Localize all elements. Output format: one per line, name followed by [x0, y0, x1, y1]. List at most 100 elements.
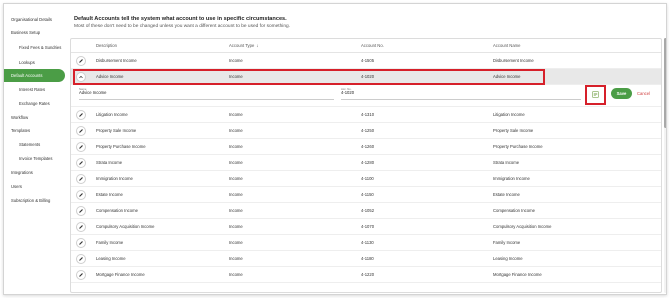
- sidebar-item-business-setup[interactable]: Business Setup: [4, 26, 64, 39]
- cell-account-no: 4-1260: [361, 144, 375, 149]
- row-edit-button[interactable]: [76, 158, 86, 168]
- column-header-account-type[interactable]: Account Type ↓: [229, 39, 259, 53]
- row-edit-button[interactable]: [76, 222, 86, 232]
- cell-account-type: Income: [229, 272, 243, 277]
- pencil-icon: [79, 113, 83, 117]
- cell-account-no: 4-1020: [361, 74, 375, 79]
- cell-account-no: 4-1250: [361, 128, 375, 133]
- table-row[interactable]: Litigation Income Income 4-1310 Litigation …: [71, 107, 661, 123]
- sidebar-item-organisational-details[interactable]: Organisational Details: [4, 13, 64, 26]
- sidebar-item-default-accounts[interactable]: Default Accounts: [4, 69, 65, 82]
- sidebar-item-exchange-rates[interactable]: Exchange Rates: [4, 97, 64, 110]
- account-picker-button[interactable]: [589, 88, 601, 100]
- cell-account-name: Leasing Income: [493, 256, 523, 261]
- cell-description: Litigation Income: [96, 112, 128, 117]
- pencil-icon: [79, 193, 83, 197]
- cell-description: Compensation Income: [96, 208, 138, 213]
- row-edit-button[interactable]: [76, 254, 86, 264]
- sidebar-item-users[interactable]: Users: [4, 180, 64, 193]
- cell-description: Family Income: [96, 240, 124, 245]
- column-header-description[interactable]: Description: [96, 39, 117, 53]
- account-no-field[interactable]: 4-1020: [341, 90, 354, 95]
- account-list-icon: [591, 90, 599, 98]
- row-edit-button[interactable]: [76, 126, 86, 136]
- pencil-icon: [79, 241, 83, 245]
- sort-down-icon[interactable]: ↓: [256, 43, 258, 48]
- account-edit-panel: Name Advice Income Acc. No. 4-1020 Save …: [71, 85, 661, 107]
- row-edit-button[interactable]: [76, 56, 86, 66]
- main-content: Default Accounts tell the system what ac…: [68, 4, 666, 294]
- table-row-expanded[interactable]: Advice Income Income 4-1020 Advice Incom…: [71, 69, 661, 85]
- table-row[interactable]: Property Sale Income Income 4-1250 Property…: [71, 123, 661, 139]
- pencil-icon: [79, 209, 83, 213]
- cell-account-name: Litigation Income: [493, 112, 525, 117]
- row-edit-button[interactable]: [76, 190, 86, 200]
- cell-account-name: Advice Income: [493, 74, 521, 79]
- account-no-field-underline: [341, 99, 581, 100]
- save-button[interactable]: Save: [611, 88, 632, 99]
- table-row[interactable]: Strata Income Income 4-1280 Strata Income: [71, 155, 661, 171]
- cell-account-type: Income: [229, 160, 243, 165]
- table-row[interactable]: Compulsory Acquisition Income Income 4-107…: [71, 219, 661, 235]
- cell-account-type: Income: [229, 58, 243, 63]
- row-edit-button[interactable]: [76, 206, 86, 216]
- table-scrollbar-thumb[interactable]: [664, 38, 666, 128]
- cell-account-no: 4-1052: [361, 208, 375, 213]
- cell-description: Immigration Income: [96, 176, 133, 181]
- sidebar-item-templates[interactable]: Templates: [4, 124, 64, 137]
- row-edit-button[interactable]: [76, 270, 86, 280]
- sidebar-item-subscription-billing[interactable]: Subscription & Billing: [4, 194, 64, 207]
- sidebar-item-invoice-templates[interactable]: Invoice Templates: [4, 152, 64, 165]
- default-accounts-table: Description Account Type ↓ Account No. Ac…: [70, 38, 662, 293]
- sidebar-item-lookups[interactable]: Lookups: [4, 56, 64, 69]
- row-edit-button[interactable]: [76, 110, 86, 120]
- pencil-icon: [79, 257, 83, 261]
- sidebar-item-fixed-fees[interactable]: Fixed Fees & Sundries: [4, 41, 64, 54]
- sidebar-item-statements[interactable]: Statements: [4, 138, 64, 151]
- cell-account-name: Compulsory Acquisition Income: [493, 224, 552, 229]
- table-scrollbar[interactable]: [664, 38, 666, 293]
- pencil-icon: [79, 177, 83, 181]
- table-row[interactable]: Immigration Income Income 4-1100 Immigratio…: [71, 171, 661, 187]
- row-edit-button[interactable]: [76, 238, 86, 248]
- cell-description: Strata Income: [96, 160, 123, 165]
- sidebar-item-interest-rates[interactable]: Interest Rates: [4, 83, 64, 96]
- cell-account-no: 4-1180: [361, 256, 374, 261]
- cell-account-name: Family Income: [493, 240, 521, 245]
- cell-account-name: Mortgage Finance Income: [493, 272, 542, 277]
- column-header-account-name[interactable]: Account Name: [493, 39, 520, 53]
- cancel-button[interactable]: Cancel: [637, 88, 650, 99]
- pencil-icon: [79, 225, 83, 229]
- chevron-up-icon: [79, 75, 83, 79]
- column-header-account-type-label: Account Type: [229, 43, 255, 48]
- table-row[interactable]: Mortgage Finance Income Income 4-1220 Mortg…: [71, 267, 661, 283]
- column-header-account-no[interactable]: Account No.: [361, 39, 384, 53]
- cell-account-no: 4-1070: [361, 224, 375, 229]
- cell-account-no: 4-1130: [361, 240, 374, 245]
- table-row[interactable]: Family Income Income 4-1130 Family Income: [71, 235, 661, 251]
- cell-account-no: 4-1100: [361, 176, 374, 181]
- cell-account-name: Immigration Income: [493, 176, 530, 181]
- cell-account-type: Income: [229, 256, 243, 261]
- cell-account-type: Income: [229, 74, 243, 79]
- name-field[interactable]: Advice Income: [79, 90, 106, 95]
- row-collapse-button[interactable]: [76, 72, 86, 82]
- sidebar-item-integrations[interactable]: Integrations: [4, 166, 64, 179]
- pencil-icon: [79, 161, 83, 165]
- table-row[interactable]: Estate Income Income 4-1150 Estate Income: [71, 187, 661, 203]
- name-field-underline: [79, 99, 334, 100]
- cell-account-no: 4-1280: [361, 160, 375, 165]
- cell-description: Disbursement Income: [96, 58, 137, 63]
- row-edit-button[interactable]: [76, 142, 86, 152]
- table-row[interactable]: Disbursement Income Income 4-1505 Disbur…: [71, 53, 661, 69]
- sidebar-item-workflow[interactable]: Workflow: [4, 111, 64, 124]
- table-row[interactable]: Leasing Income Income 4-1180 Leasing Income: [71, 251, 661, 267]
- cell-account-type: Income: [229, 192, 243, 197]
- row-edit-button[interactable]: [76, 174, 86, 184]
- cell-account-type: Income: [229, 112, 243, 117]
- table-row[interactable]: Property Purchase Income Income 4-1260 Prop…: [71, 139, 661, 155]
- pencil-icon: [79, 129, 83, 133]
- cell-account-name: Compensation Income: [493, 208, 535, 213]
- cell-account-no: 4-1220: [361, 272, 375, 277]
- table-row[interactable]: Compensation Income Income 4-1052 Compensat…: [71, 203, 661, 219]
